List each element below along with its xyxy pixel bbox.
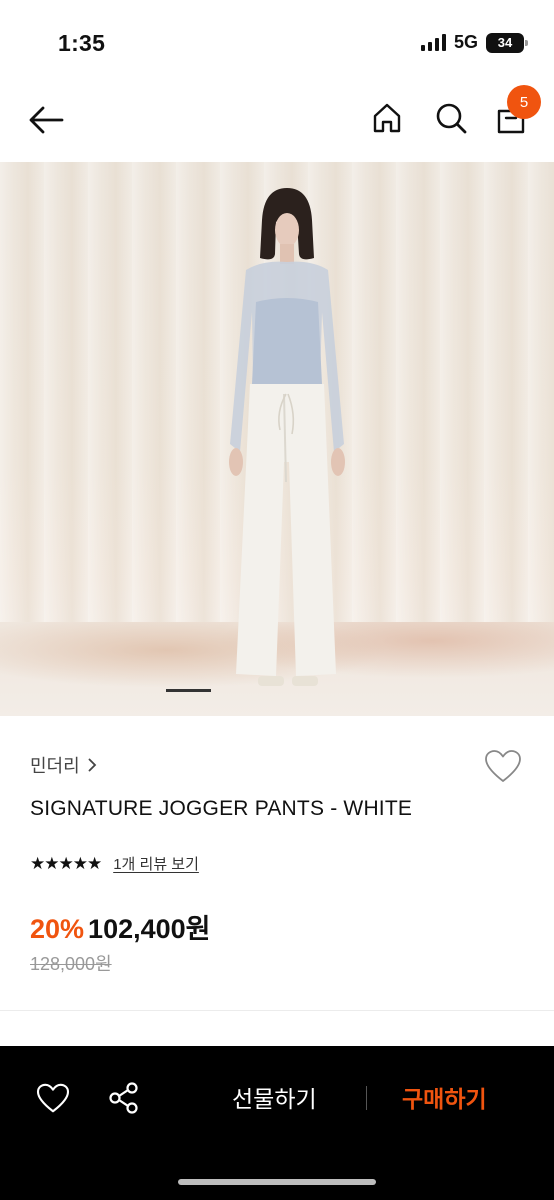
status-time: 1:35 (58, 30, 106, 56)
home-icon (373, 103, 401, 133)
sale-price: 102,400원 (88, 914, 211, 944)
buy-button[interactable]: 구매하기 (402, 1080, 487, 1114)
top-nav (0, 80, 554, 162)
brand-name: 민더리 (30, 756, 80, 776)
wishlist-button[interactable] (483, 746, 523, 786)
home-indicator[interactable] (178, 1179, 376, 1185)
heart-icon (36, 1083, 70, 1113)
rating-stars: ★★★★★ (30, 853, 102, 873)
status-icons: 5G 34 (420, 32, 528, 53)
share-button[interactable] (104, 1078, 144, 1118)
heart-icon (485, 750, 521, 782)
price-row: 20% 102,400원 (30, 907, 211, 946)
bottom-action-bar: 선물하기 구매하기 (0, 1046, 554, 1200)
model-figure (229, 188, 345, 686)
network-label: 5G (453, 32, 478, 52)
home-button[interactable] (368, 98, 406, 138)
cart-count-badge: 5 (507, 85, 541, 119)
search-button[interactable] (431, 98, 471, 138)
divider (0, 1010, 554, 1011)
gift-button[interactable]: 선물하기 (232, 1080, 317, 1114)
review-link[interactable]: 1개 리뷰 보기 (113, 853, 199, 874)
original-price: 128,000원 (30, 954, 112, 974)
product-title: SIGNATURE JOGGER PANTS - WHITE (30, 797, 413, 820)
status-bar: 1:35 5G 34 (0, 0, 554, 80)
product-image[interactable] (0, 162, 554, 716)
back-button[interactable] (26, 100, 66, 140)
bottom-wishlist-button[interactable] (33, 1078, 73, 1118)
search-icon (436, 103, 467, 134)
arrow-left-icon (29, 106, 64, 134)
chevron-right-icon (88, 758, 96, 772)
brand-link[interactable]: 민더리 (30, 752, 97, 778)
bottom-bar-separator (366, 1086, 367, 1110)
slide-indicator (166, 689, 211, 692)
discount-rate: 20% (30, 914, 85, 944)
share-icon (109, 1082, 138, 1114)
rating-row: ★★★★★ 1개 리뷰 보기 (30, 853, 199, 874)
battery-icon: 34 (486, 32, 528, 53)
signal-icon (420, 34, 446, 51)
